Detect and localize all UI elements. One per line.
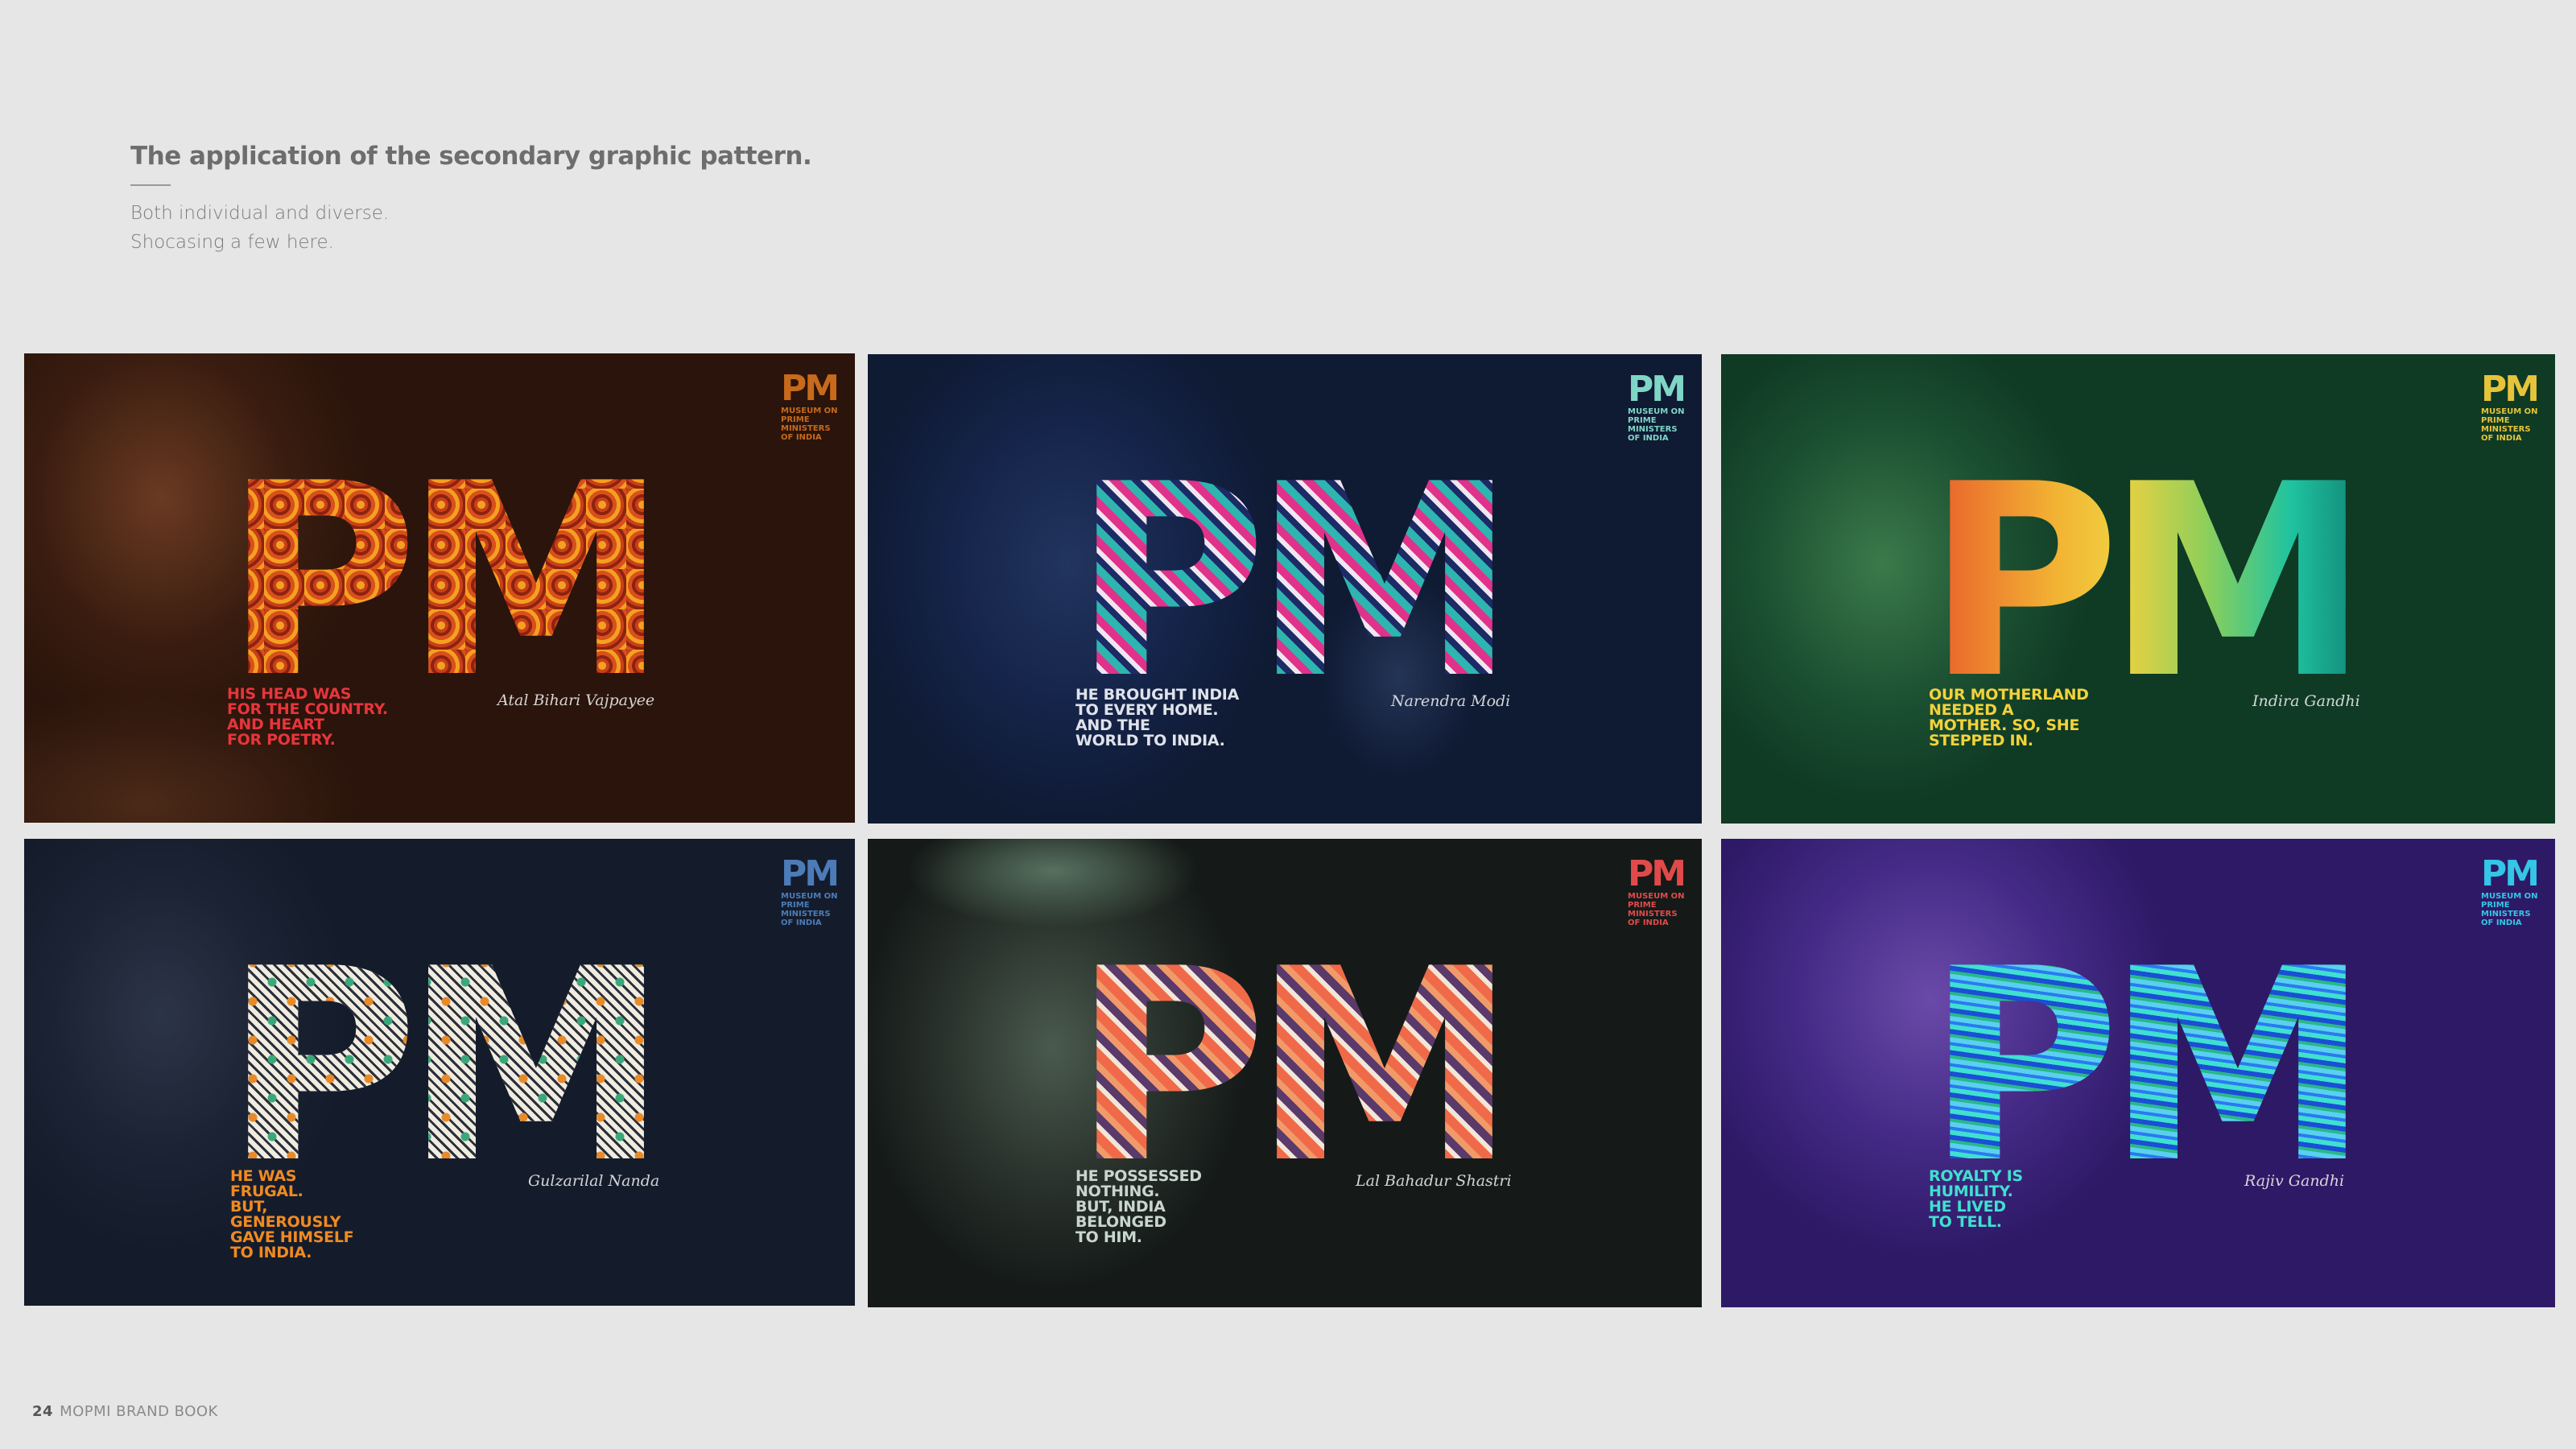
- logo-mark: PM: [781, 853, 840, 894]
- subtitle-line-2: Shocasing a few here.: [130, 232, 334, 253]
- poster-quote: ROYALTY IS HUMILITY. HE LIVED TO TELL.: [1929, 1167, 2023, 1231]
- logo-mark: PM: [2481, 853, 2540, 894]
- logo-mark: PM: [1628, 853, 1686, 894]
- logo-mark: PM: [2481, 369, 2540, 410]
- poster-quote: HE POSSESSED NOTHING. BUT, INDIA BELONGE…: [1075, 1167, 1202, 1246]
- museum-logo: PM MUSEUM ON PRIME MINISTERS OF INDIA: [1628, 853, 1687, 928]
- logo-mark: PM: [781, 368, 840, 409]
- museum-logo: PM MUSEUM ON PRIME MINISTERS OF INDIA: [2481, 853, 2541, 928]
- pm-pattern-lettering: PM: [1072, 912, 1503, 1221]
- pm-pattern-lettering: PM: [1926, 427, 2356, 737]
- poster-indira-gandhi: PM OUR MOTHERLAND NEEDED A MOTHER. SO, S…: [1721, 354, 2555, 824]
- pm-pattern-lettering: PM: [1072, 427, 1503, 737]
- logo-mark: PM: [1628, 369, 1686, 410]
- poster-quote: HIS HEAD WAS FOR THE COUNTRY. AND HEART …: [227, 685, 388, 749]
- poster-signature: Rajiv Gandhi: [2244, 1172, 2345, 1190]
- pm-pattern-lettering: PM: [224, 427, 668, 736]
- logo-text: MUSEUM ON PRIME MINISTERS OF INDIA: [2481, 407, 2538, 443]
- poster-narendra-modi: PM HE BROUGHT INDIA TO EVERY HOME. AND T…: [868, 354, 1702, 824]
- museum-logo: PM MUSEUM ON PRIME MINISTERS OF INDIA: [1628, 369, 1687, 444]
- poster-lal-bahadur-shastri: PM HE POSSESSED NOTHING. BUT, INDIA BELO…: [868, 839, 1702, 1307]
- museum-logo: PM MUSEUM ON PRIME MINISTERS OF INDIA: [781, 853, 840, 928]
- poster-signature: Atal Bihari Vajpayee: [497, 691, 655, 709]
- poster-atal-bihari-vajpayee: PM HIS HEAD WAS FOR THE COUNTRY. AND HEA…: [24, 353, 855, 823]
- logo-text: MUSEUM ON PRIME MINISTERS OF INDIA: [1628, 407, 1685, 443]
- subtitle-line-1: Both individual and diverse.: [130, 203, 390, 224]
- museum-logo: PM MUSEUM ON PRIME MINISTERS OF INDIA: [781, 368, 840, 443]
- page-number: 24: [32, 1403, 54, 1420]
- poster-gulzarilal-nanda: PM HE WAS FRUGAL. BUT, GENEROUSLY GAVE H…: [24, 839, 855, 1306]
- poster-quote: HE WAS FRUGAL. BUT, GENEROUSLY GAVE HIMS…: [230, 1167, 354, 1261]
- poster-signature: Gulzarilal Nanda: [528, 1172, 660, 1190]
- logo-text: MUSEUM ON PRIME MINISTERS OF INDIA: [1628, 892, 1685, 927]
- poster-rajiv-gandhi: PM ROYALTY IS HUMILITY. HE LIVED TO TELL…: [1721, 839, 2555, 1307]
- poster-quote: OUR MOTHERLAND NEEDED A MOTHER. SO, SHE …: [1929, 686, 2089, 749]
- pm-pattern-lettering: PM: [224, 912, 654, 1221]
- pm-pattern-lettering: PM: [1926, 912, 2370, 1221]
- poster-signature: Indira Gandhi: [2252, 692, 2360, 710]
- title-underline: [130, 184, 171, 186]
- poster-quote: HE BROUGHT INDIA TO EVERY HOME. AND THE …: [1075, 686, 1239, 749]
- page-footer: 24 MOPMI BRAND BOOK: [32, 1403, 218, 1420]
- logo-text: MUSEUM ON PRIME MINISTERS OF INDIA: [781, 407, 838, 442]
- logo-text: MUSEUM ON PRIME MINISTERS OF INDIA: [781, 892, 838, 927]
- logo-text: MUSEUM ON PRIME MINISTERS OF INDIA: [2481, 892, 2538, 927]
- brand-book-title: MOPMI BRAND BOOK: [60, 1403, 218, 1420]
- page-title: The application of the secondary graphic…: [130, 142, 812, 171]
- museum-logo: PM MUSEUM ON PRIME MINISTERS OF INDIA: [2481, 369, 2541, 444]
- poster-signature: Narendra Modi: [1391, 692, 1511, 710]
- poster-signature: Lal Bahadur Shastri: [1356, 1172, 1512, 1190]
